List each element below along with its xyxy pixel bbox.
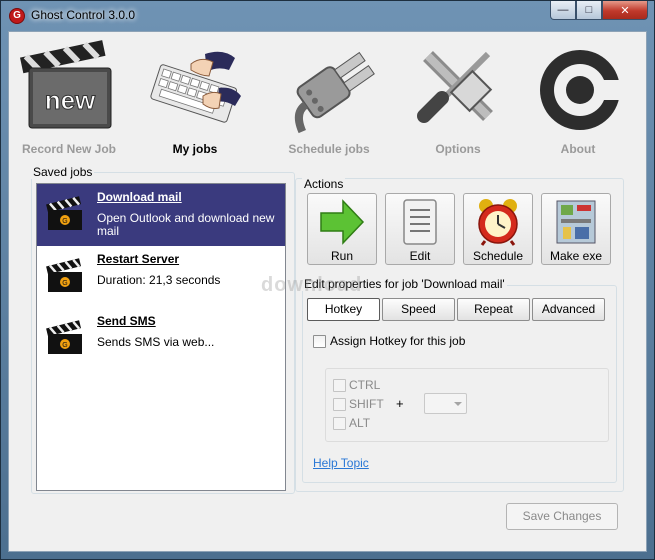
minimize-button[interactable]: —: [550, 1, 576, 20]
make-exe-button[interactable]: Make exe: [541, 193, 611, 265]
toolbar-record-new-job[interactable]: new Record New Job: [9, 32, 129, 162]
edit-label: Edit: [409, 249, 431, 263]
svg-text:G: G: [62, 280, 67, 287]
job-item-download-mail[interactable]: G Download mail Open Outlook and downloa…: [37, 184, 285, 246]
toolbar-my-jobs[interactable]: My jobs: [135, 32, 255, 162]
schedule-button[interactable]: Schedule: [463, 193, 533, 265]
toolbar-label: Record New Job: [21, 142, 117, 156]
ctrl-label: CTRL: [349, 378, 381, 392]
save-changes-button[interactable]: Save Changes: [506, 503, 618, 530]
actions-title: Actions: [302, 177, 346, 191]
run-arrow-icon: [320, 199, 365, 245]
download-watermark: download: [261, 274, 363, 296]
saved-jobs-title: Saved jobs: [31, 165, 95, 179]
make-exe-label: Make exe: [549, 249, 603, 263]
job-name: Download mail: [97, 190, 182, 204]
alt-checkbox[interactable]: [333, 417, 346, 430]
svg-text:new: new: [45, 85, 96, 115]
circuit-board-icon: [556, 200, 596, 244]
job-description: Sends SMS via web...: [97, 335, 215, 349]
job-item-restart-server[interactable]: G Restart Server Duration: 21,3 seconds: [37, 246, 285, 308]
run-label: Run: [330, 249, 353, 263]
window-title: Ghost Control 3.0.0: [31, 8, 136, 22]
toolbar-label: My jobs: [172, 142, 218, 156]
alarm-clock-icon: [478, 199, 518, 246]
hotkey-key-dropdown[interactable]: [424, 393, 467, 414]
job-name: Send SMS: [97, 314, 156, 328]
maximize-button[interactable]: □: [576, 1, 602, 20]
toolbar-schedule-jobs[interactable]: Schedule jobs: [269, 32, 389, 162]
job-list[interactable]: G Download mail Open Outlook and downloa…: [36, 183, 286, 491]
assign-hotkey-checkbox[interactable]: [313, 335, 326, 348]
clapperboard-icon: G: [46, 196, 82, 230]
clapperboard-icon: G: [46, 320, 82, 354]
job-description: Duration: 21,3 seconds: [97, 273, 221, 287]
main-toolbar: new Record New Job My jobs Schedule jobs…: [9, 32, 646, 162]
main-window: G Ghost Control 3.0.0 — □ ✕ new Record N…: [0, 0, 655, 560]
tools-icon: [417, 51, 493, 123]
title-bar[interactable]: G Ghost Control 3.0.0 — □ ✕: [1, 1, 654, 29]
help-topic-link[interactable]: Help Topic: [313, 456, 369, 470]
new-clapperboard-icon: new: [20, 40, 112, 129]
edit-button[interactable]: Edit: [385, 193, 455, 265]
alt-label: ALT: [349, 416, 371, 430]
chevron-down-icon: [454, 402, 462, 406]
document-icon: [403, 199, 437, 245]
ctrl-checkbox[interactable]: [333, 379, 346, 392]
tab-speed[interactable]: Speed: [382, 298, 455, 321]
clapperboard-icon: G: [46, 258, 82, 292]
job-description: Open Outlook and download new mail: [97, 211, 275, 238]
close-button[interactable]: ✕: [602, 1, 648, 20]
toolbar-label: About: [560, 142, 596, 156]
tab-label: Advanced: [541, 302, 596, 316]
tab-hotkey[interactable]: Hotkey: [307, 298, 380, 321]
client-area: new Record New Job My jobs Schedule jobs…: [8, 31, 647, 552]
schedule-label: Schedule: [472, 249, 524, 263]
plug-icon: [294, 51, 375, 134]
toolbar-about[interactable]: About: [518, 32, 638, 162]
shift-label: SHIFT: [349, 397, 384, 411]
tab-label: Repeat: [474, 302, 513, 316]
toolbar-label: Options: [435, 142, 481, 156]
toolbar-label: Schedule jobs: [288, 142, 370, 156]
job-item-send-sms[interactable]: G Send SMS Sends SMS via web...: [37, 308, 285, 370]
about-logo-icon: [540, 50, 628, 130]
tab-advanced[interactable]: Advanced: [532, 298, 605, 321]
run-button[interactable]: Run: [307, 193, 377, 265]
keyboard-hands-icon: [150, 51, 241, 123]
shift-checkbox[interactable]: [333, 398, 346, 411]
plus-sign: +: [396, 396, 404, 411]
app-icon: G: [9, 8, 25, 24]
tab-label: Speed: [401, 302, 436, 316]
svg-text:G: G: [62, 342, 67, 349]
tab-repeat[interactable]: Repeat: [457, 298, 530, 321]
toolbar-options[interactable]: Options: [398, 32, 518, 162]
svg-text:G: G: [62, 218, 67, 225]
assign-hotkey-label: Assign Hotkey for this job: [330, 334, 466, 348]
job-name: Restart Server: [97, 252, 180, 266]
tab-label: Hotkey: [324, 302, 363, 316]
